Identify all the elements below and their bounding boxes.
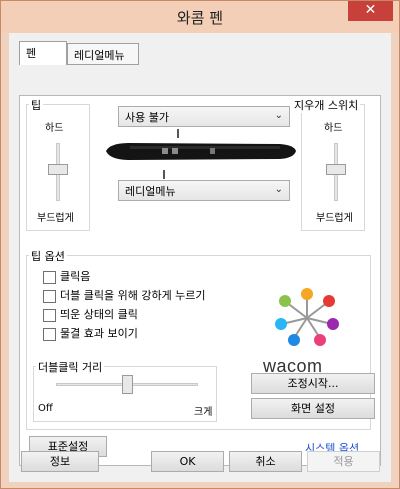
checkbox-press-double-click[interactable]: 더블 클릭을 위해 강하게 누르기	[43, 287, 206, 303]
ok-button[interactable]: OK	[151, 451, 224, 472]
wacom-pen-dialog: 와콤 펜 ✕ 펜 레디얼메뉴 팁 하드 부드럽게 지우개 스위치 하드 부드럽게…	[0, 0, 400, 489]
double-click-distance-thumb[interactable]	[122, 375, 133, 394]
checkbox-click-sound[interactable]: 클릭음	[43, 268, 90, 284]
tab-radial-menu-label: 레디얼메뉴	[74, 49, 125, 62]
tab-radial-menu[interactable]: 레디얼메뉴	[67, 43, 139, 65]
window-title: 와콤 펜	[176, 9, 224, 27]
pen-grip-mark	[210, 148, 215, 154]
tab-pen[interactable]: 펜	[19, 41, 67, 65]
eraser-feel-thumb[interactable]	[326, 164, 346, 175]
checkbox-label: 더블 클릭을 위해 강하게 누르기	[60, 289, 206, 302]
checkbox-label: 클릭음	[60, 270, 91, 283]
chevron-down-icon: ⌄	[274, 110, 283, 121]
pen-highlight	[130, 146, 280, 149]
lower-switch-combo[interactable]: 레디얼메뉴 ⌄	[118, 180, 290, 201]
eraser-firm-label: 하드	[324, 123, 343, 134]
lower-switch-value: 레디얼메뉴	[125, 185, 176, 198]
tip-options-label: 팁 옵션	[29, 248, 67, 264]
tip-feel-thumb[interactable]	[48, 164, 68, 175]
pen-switch-upper	[162, 148, 168, 154]
checkbox-box[interactable]	[43, 308, 56, 322]
checkbox-label: 띄운 상태의 클릭	[60, 308, 138, 321]
checkbox-box[interactable]	[43, 327, 56, 341]
pen-illustration	[106, 143, 296, 160]
tip-group-label: 팁	[29, 97, 44, 113]
apply-button[interactable]: 적용	[307, 451, 380, 472]
wacom-logo-icon	[275, 288, 339, 346]
title-bar[interactable]: 와콤 펜 ✕	[1, 1, 399, 33]
checkbox-label: 물결 효과 보이기	[60, 327, 138, 340]
tip-firm-label: 하드	[45, 123, 64, 134]
eraser-group-label: 지우개 스위치	[292, 97, 361, 113]
eraser-group: 지우개 스위치 하드 부드럽게	[292, 97, 365, 231]
chevron-down-icon: ⌄	[274, 184, 283, 195]
double-click-max-label: 크게	[194, 407, 213, 418]
checkbox-hover-click[interactable]: 띄운 상태의 클릭	[43, 306, 138, 322]
lower-switch-pointer	[163, 170, 165, 179]
screen-settings-button[interactable]: 화면 설정	[251, 398, 375, 419]
checkbox-box[interactable]	[43, 270, 56, 284]
tip-soft-label: 부드럽게	[37, 213, 74, 224]
pen-switch-lower	[172, 148, 178, 154]
tip-options-group: 팁 옵션 클릭음 더블 클릭을 위해 강하게 누르기 띄운 상태의 클릭 물결 …	[26, 248, 375, 430]
double-click-min-label: Off	[38, 403, 53, 414]
checkbox-box[interactable]	[43, 289, 56, 303]
pen-body	[106, 143, 296, 160]
tab-pen-label: 펜	[26, 47, 37, 60]
cancel-button[interactable]: 취소	[229, 451, 302, 472]
checkbox-ripple-effect[interactable]: 물결 효과 보이기	[43, 325, 138, 341]
tip-group: 팁 하드 부드럽게	[26, 97, 90, 231]
dialog-client: 펜 레디얼메뉴 팁 하드 부드럽게 지우개 스위치 하드 부드럽게 사용 불가 …	[9, 33, 391, 482]
calibrate-button[interactable]: 조정시작...	[251, 373, 375, 394]
close-icon: ✕	[364, 2, 377, 18]
pen-panel: 팁 하드 부드럽게 지우개 스위치 하드 부드럽게 사용 불가 ⌄ 레디얼메뉴 …	[19, 95, 381, 466]
about-button[interactable]: 정보	[21, 451, 99, 472]
eraser-soft-label: 부드럽게	[316, 213, 353, 224]
upper-switch-combo[interactable]: 사용 불가 ⌄	[118, 106, 290, 127]
double-click-distance-group: 더블클릭 거리 Off 크게	[33, 359, 217, 422]
close-button[interactable]: ✕	[348, 1, 393, 21]
double-click-distance-label: 더블클릭 거리	[36, 359, 105, 375]
upper-switch-pointer	[177, 129, 179, 138]
upper-switch-value: 사용 불가	[125, 111, 169, 124]
